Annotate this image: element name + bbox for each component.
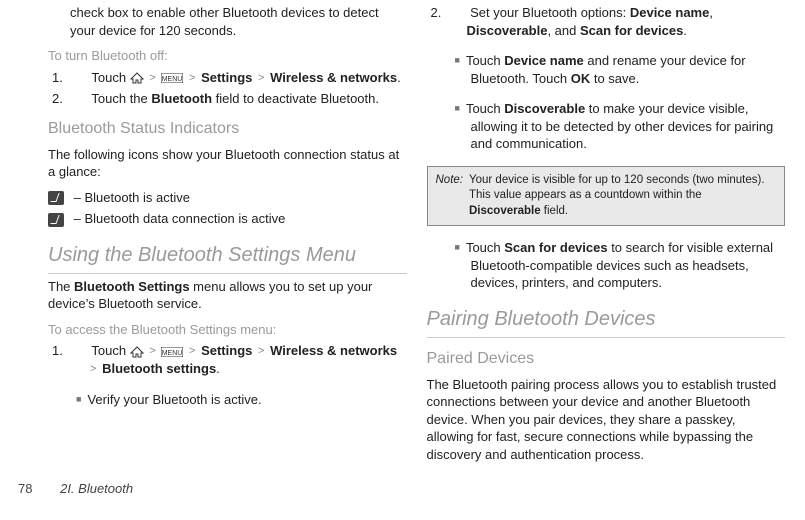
step-number: 1. <box>70 69 88 87</box>
step-number: 1. <box>70 342 88 360</box>
home-icon <box>130 346 144 358</box>
section-label: 2I. Bluetooth <box>60 481 133 496</box>
right-steps: 2. Set your Bluetooth options: Device na… <box>427 4 786 39</box>
label-device-name: Device name <box>630 5 710 20</box>
bluetooth-active-icon <box>48 191 64 205</box>
sub-bullet: ■Touch Scan for devices to search for vi… <box>471 239 786 292</box>
heading-pairing: Pairing Bluetooth Devices <box>427 306 786 338</box>
using-intro: The Bluetooth Settings menu allows you t… <box>48 278 407 313</box>
label-discoverable: Discoverable <box>504 101 585 116</box>
label-discoverable: Discoverable <box>469 205 541 217</box>
heading-turn-off: To turn Bluetooth off: <box>48 47 407 65</box>
step-text: field to deactivate Bluetooth. <box>212 91 379 106</box>
text: Touch <box>466 101 504 116</box>
text: , <box>709 5 713 20</box>
label-ok: OK <box>571 71 591 86</box>
sub-bullet: ■Verify your Bluetooth is active. <box>92 391 407 409</box>
chevron-right-icon: > <box>187 72 197 84</box>
label-scan: Scan for devices <box>580 23 683 38</box>
text: The <box>48 279 74 294</box>
step-number: 2. <box>70 90 88 108</box>
page-footer: 78 2I. Bluetooth <box>0 480 805 498</box>
list-item: 2. Touch the Bluetooth field to deactiva… <box>88 90 407 108</box>
status-row: – Bluetooth data connection is active <box>48 210 407 228</box>
label-discoverable: Discoverable <box>467 23 548 38</box>
label-device-name: Device name <box>504 53 584 68</box>
chevron-right-icon: > <box>187 345 197 357</box>
status-label: – Bluetooth data connection is active <box>70 211 285 226</box>
square-bullet-icon: ■ <box>76 394 81 404</box>
text: , and <box>547 23 580 38</box>
sub-bullet: ■Touch Device name and rename your devic… <box>471 52 786 87</box>
step-text: Set your Bluetooth options: <box>470 5 630 20</box>
chevron-right-icon: > <box>147 345 157 357</box>
label-bt-settings: Bluetooth Settings <box>74 279 190 294</box>
turn-off-steps: 1. Touch > MENU > Settings > Wireless & … <box>48 69 407 108</box>
status-label: – Bluetooth is active <box>70 190 190 205</box>
access-steps: 1. Touch > MENU > Settings > Wireless & … <box>48 342 407 378</box>
list-item: 1. Touch > MENU > Settings > Wireless & … <box>88 342 407 378</box>
svg-text:MENU: MENU <box>162 76 183 83</box>
page-columns: check box to enable other Bluetooth devi… <box>0 0 805 480</box>
period: . <box>397 70 401 85</box>
page-number: 78 <box>18 481 32 496</box>
heading-paired-devices: Paired Devices <box>427 348 786 370</box>
svg-text:MENU: MENU <box>162 350 183 357</box>
fragment-top: check box to enable other Bluetooth devi… <box>70 4 407 39</box>
square-bullet-icon: ■ <box>455 242 460 252</box>
home-icon <box>130 72 144 84</box>
paired-body: The Bluetooth pairing process allows you… <box>427 376 786 464</box>
chevron-right-icon: > <box>88 363 98 375</box>
list-item: 2. Set your Bluetooth options: Device na… <box>467 4 786 39</box>
period: . <box>683 23 687 38</box>
step-text: Touch <box>91 70 129 85</box>
left-column: check box to enable other Bluetooth devi… <box>48 0 407 480</box>
status-row: – Bluetooth is active <box>48 189 407 207</box>
heading-using-menu: Using the Bluetooth Settings Menu <box>48 242 407 274</box>
bluetooth-data-icon <box>48 213 64 227</box>
text: field. <box>541 205 569 217</box>
text: Touch <box>466 240 504 255</box>
square-bullet-icon: ■ <box>455 55 460 65</box>
text: Touch <box>466 53 504 68</box>
menu-icon: MENU <box>161 347 183 357</box>
right-column: 2. Set your Bluetooth options: Device na… <box>427 0 786 480</box>
list-item: 1. Touch > MENU > Settings > Wireless & … <box>88 69 407 87</box>
period: . <box>216 361 220 376</box>
label-settings: Settings <box>201 70 252 85</box>
text: Your device is visible for up to 120 sec… <box>469 174 765 202</box>
step-text: Touch the <box>91 91 151 106</box>
chevron-right-icon: > <box>147 72 157 84</box>
text: Verify your Bluetooth is active. <box>87 392 261 407</box>
label-scan: Scan for devices <box>504 240 607 255</box>
heading-access-menu: To access the Bluetooth Settings menu: <box>48 321 407 339</box>
label-bt-settings: Bluetooth settings <box>102 361 216 376</box>
label-wireless: Wireless & networks <box>270 70 397 85</box>
note-label: Note: <box>436 173 464 220</box>
square-bullet-icon: ■ <box>455 103 460 113</box>
menu-icon: MENU <box>161 73 183 83</box>
note-box: Note: Your device is visible for up to 1… <box>427 166 786 227</box>
status-intro: The following icons show your Bluetooth … <box>48 146 407 181</box>
note-body: Your device is visible for up to 120 sec… <box>469 173 776 220</box>
step-number: 2. <box>449 4 467 22</box>
label-bluetooth: Bluetooth <box>151 91 212 106</box>
chevron-right-icon: > <box>256 345 266 357</box>
text: to save. <box>590 71 639 86</box>
heading-status-indicators: Bluetooth Status Indicators <box>48 118 407 140</box>
label-wireless: Wireless & networks <box>270 343 397 358</box>
sub-bullet: ■Touch Discoverable to make your device … <box>471 100 786 153</box>
step-text: Touch <box>91 343 129 358</box>
label-settings: Settings <box>201 343 252 358</box>
chevron-right-icon: > <box>256 72 266 84</box>
